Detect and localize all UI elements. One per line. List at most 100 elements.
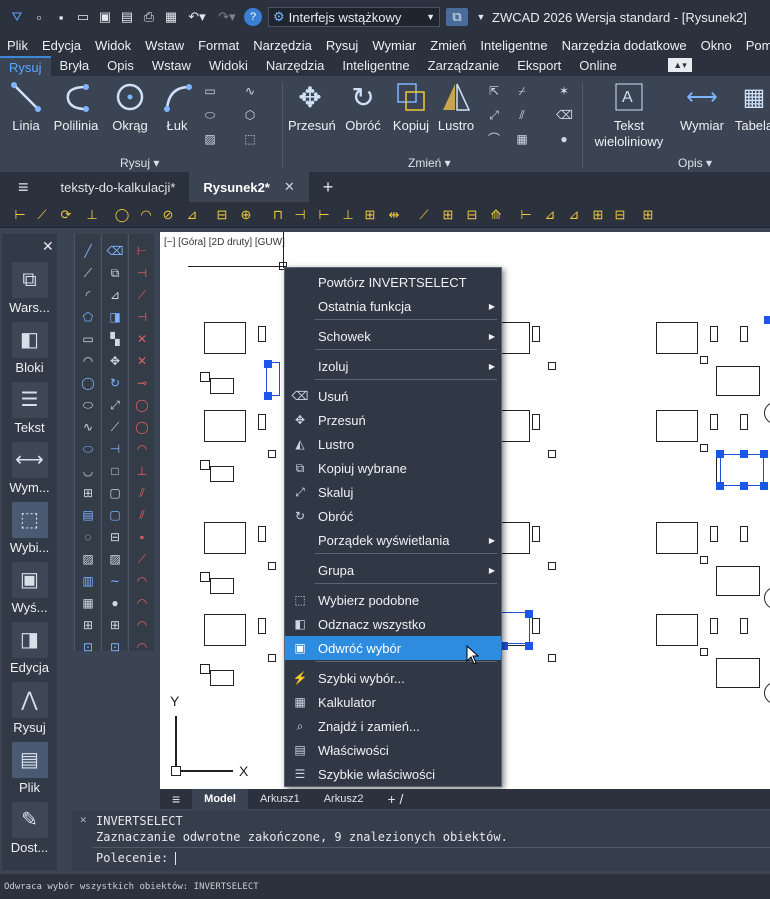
explode-icon[interactable]: ✶ — [556, 84, 572, 98]
context-menu-item[interactable]: Izoluj ▶ — [285, 354, 501, 378]
drawing-rectangle[interactable] — [656, 410, 698, 442]
drawing-rectangle[interactable] — [268, 562, 276, 570]
drawing-rectangle[interactable] — [258, 526, 266, 542]
tool-icon[interactable]: ⊡ — [102, 636, 128, 658]
dimension-button[interactable]: ⟷ Wymiar — [678, 80, 726, 133]
dim-tool-icon[interactable]: ⊿ — [184, 207, 200, 223]
new-file-icon[interactable]: ▫ — [30, 8, 48, 26]
ribbon-minimize-button[interactable]: ▲▾ — [668, 58, 692, 72]
tool-icon[interactable]: ▥ — [75, 570, 101, 592]
dim-tool-icon[interactable]: ⊕ — [238, 207, 254, 223]
dim-tool-icon[interactable]: ⟰ — [488, 207, 504, 223]
drawing-rectangle[interactable] — [740, 618, 748, 634]
drawing-rectangle[interactable] — [700, 356, 708, 364]
redo-icon[interactable]: ↷▾ — [214, 8, 240, 26]
drawing-rectangle[interactable] — [210, 466, 234, 482]
draw-group-label[interactable]: Rysuj ▾ — [120, 156, 159, 170]
tool-icon[interactable]: ⊢ — [129, 240, 155, 262]
tool-icon[interactable]: ▪ — [129, 526, 155, 548]
layout-tab-model[interactable]: Model — [192, 789, 248, 809]
context-menu-item[interactable]: Schowek ▶ — [285, 324, 501, 348]
open-file-icon[interactable]: ▭ — [74, 8, 92, 26]
tool-icon[interactable]: ⊸ — [129, 372, 155, 394]
drawing-rectangle[interactable] — [268, 450, 276, 458]
offset-icon[interactable]: ⫽ — [514, 108, 530, 122]
palette-item-7[interactable]: ⋀ Rysuj — [2, 682, 57, 735]
tool-icon[interactable]: ╱ — [75, 240, 101, 262]
tool-icon[interactable]: ◠ — [129, 592, 155, 614]
polyline-button[interactable]: Polilinia — [52, 80, 100, 133]
tool-icon[interactable]: ◡ — [75, 460, 101, 482]
dim-tool-icon[interactable]: ⊿ — [566, 207, 582, 223]
tool-icon[interactable]: ⬭ — [75, 394, 101, 416]
dim-tool-icon[interactable]: ⊟ — [464, 207, 480, 223]
tool-icon[interactable]: ∼ — [102, 570, 128, 592]
toolbox-icon[interactable]: ⧉ — [446, 8, 468, 26]
polygon-icon[interactable]: ⬡ — [242, 108, 258, 122]
tool-icon[interactable]: ⬭ — [75, 438, 101, 460]
drawing-rectangle[interactable] — [204, 522, 246, 554]
ribbon-tab-6[interactable]: Inteligentne — [333, 56, 418, 76]
drawing-rectangle[interactable] — [204, 322, 246, 354]
tool-icon[interactable]: ● — [102, 592, 128, 614]
dim-tool-icon[interactable]: ⊘ — [160, 207, 176, 223]
dim-tool-icon[interactable]: ⊟ — [214, 207, 230, 223]
menu-item-3[interactable]: Wstaw — [138, 38, 191, 53]
drawing-rectangle[interactable] — [656, 614, 698, 646]
tool-icon[interactable]: ⊣ — [102, 438, 128, 460]
drawing-rectangle[interactable] — [548, 362, 556, 370]
drawing-rectangle[interactable] — [710, 326, 718, 342]
drawing-rectangle[interactable] — [268, 654, 276, 662]
tool-icon[interactable]: ⊿ — [102, 284, 128, 306]
save-icon[interactable]: ▣ — [96, 8, 114, 26]
stretch-icon[interactable]: ⇱ — [486, 84, 502, 98]
tool-icon[interactable]: ↻ — [102, 372, 128, 394]
drawing-rectangle[interactable] — [210, 578, 234, 594]
tool-icon[interactable]: ⊞ — [102, 614, 128, 636]
array-icon[interactable]: ▦ — [514, 132, 530, 146]
tool-icon[interactable]: ◠ — [129, 438, 155, 460]
drawing-rectangle[interactable] — [716, 366, 760, 396]
tool-icon[interactable]: ◯ — [75, 372, 101, 394]
tool-icon[interactable]: □ — [102, 460, 128, 482]
undo-icon[interactable]: ↶▾ — [184, 8, 210, 26]
palette-item-1[interactable]: ◧ Bloki — [2, 322, 57, 375]
tool-icon[interactable]: ◜ — [75, 284, 101, 306]
arc-button[interactable]: Łuk — [160, 80, 194, 133]
tool-icon[interactable]: ⊣ — [129, 262, 155, 284]
menu-item-1[interactable]: Edycja — [35, 38, 88, 53]
ribbon-tab-0[interactable]: Rysuj — [0, 56, 51, 76]
add-layout-icon[interactable]: + / — [375, 789, 415, 809]
dim-tool-icon[interactable]: ⊥ — [340, 207, 356, 223]
drawing-rectangle[interactable] — [700, 556, 708, 564]
context-menu-item[interactable]: ⧉ Kopiuj wybrane — [285, 456, 501, 480]
menu-item-11[interactable]: Okno — [694, 38, 739, 53]
move-button[interactable]: ✥ Przesuń — [288, 80, 336, 134]
dim-tool-icon[interactable]: ⊥ — [84, 207, 100, 223]
drawing-rectangle[interactable] — [700, 648, 708, 656]
palette-item-2[interactable]: ☰ Tekst — [2, 382, 57, 435]
tool-icon[interactable]: ▭ — [75, 328, 101, 350]
dim-tool-icon[interactable]: ⊞ — [590, 207, 606, 223]
menu-item-8[interactable]: Zmień — [423, 38, 473, 53]
grip-handle[interactable] — [760, 450, 768, 458]
context-menu-item[interactable]: ✥ Przesuń — [285, 408, 501, 432]
context-menu-item[interactable]: Ostatnia funkcja ▶ — [285, 294, 501, 318]
drawing-rectangle[interactable] — [532, 414, 540, 430]
palette-item-3[interactable]: ⟷ Wym... — [2, 442, 57, 495]
qat-more-icon[interactable]: ▼ — [472, 8, 490, 26]
grip-handle[interactable] — [764, 316, 770, 324]
palette-item-8[interactable]: ▤ Plik — [2, 742, 57, 795]
tool-icon[interactable]: ▢ — [102, 504, 128, 526]
drawing-circle[interactable] — [764, 587, 770, 609]
doc-tab-teksty[interactable]: teksty-do-kalkulacji* — [47, 172, 190, 202]
app-logo-icon[interactable]: ⛛ — [8, 8, 26, 26]
tool-icon[interactable]: ◠ — [129, 614, 155, 636]
drawing-rectangle[interactable] — [200, 572, 210, 582]
menu-item-5[interactable]: Narzędzia — [246, 38, 319, 53]
ribbon-tab-8[interactable]: Eksport — [508, 56, 570, 76]
tool-icon[interactable]: ⊞ — [75, 482, 101, 504]
drawing-rectangle[interactable] — [710, 414, 718, 430]
palette-item-0[interactable]: ⧉ Wars... — [2, 262, 57, 315]
tool-icon[interactable]: ◠ — [129, 570, 155, 592]
